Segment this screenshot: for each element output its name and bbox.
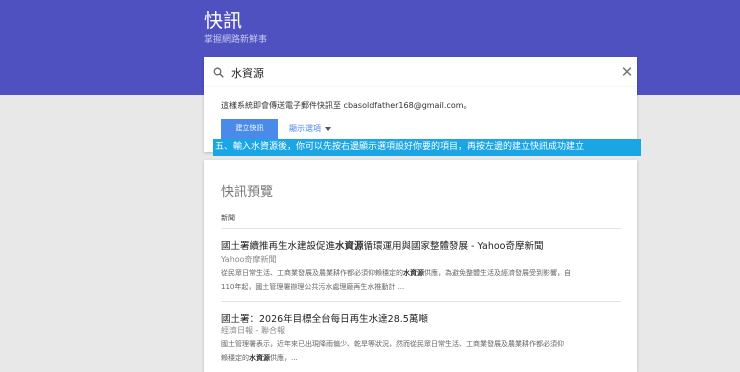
snippet-highlight: 水資源 bbox=[249, 354, 270, 362]
show-options-link[interactable]: 顯示選項 bbox=[289, 123, 331, 134]
divider bbox=[221, 228, 621, 229]
divider bbox=[221, 301, 621, 302]
news-item-title[interactable]: 國土署：2026年目標全台每日再生水達28.5萬噸 bbox=[221, 311, 428, 325]
snippet-line: 110年起，國土管理署辦理公共污水處理廠再生水推動計 ... bbox=[221, 283, 405, 291]
search-input[interactable] bbox=[231, 63, 611, 83]
news-item-title[interactable]: 國土署續推再生水建設促進水資源循環運用與國家整體發展 - Yahoo奇摩新聞 bbox=[221, 238, 543, 252]
news-item-source: 經濟日報 - 聯合報 bbox=[221, 326, 285, 335]
page-subtitle: 掌握網路新鮮事 bbox=[204, 35, 268, 45]
news-item-snippet: 國土管理署表示，近年來已出現降雨偏少、乾旱等狀況，然而從民眾日常生活、工商業發展… bbox=[221, 337, 626, 365]
chevron-down-icon bbox=[325, 126, 331, 131]
snippet-line: 賴穩定的水資源供應，... bbox=[221, 351, 626, 365]
title-text: 循環運用與國家整體發展 - Yahoo奇摩新聞 bbox=[363, 241, 544, 252]
news-item-source: Yahoo奇摩新聞 bbox=[221, 255, 277, 264]
show-options-label: 顯示選項 bbox=[289, 124, 321, 133]
page-title: 快訊 bbox=[204, 10, 243, 32]
snippet-text: 從民眾日常生活、工商業發展及農業耕作都必須仰賴穩定的 bbox=[221, 269, 403, 277]
title-text: 國土署續推再生水建設促進 bbox=[221, 241, 336, 252]
section-label: 新聞 bbox=[221, 214, 235, 222]
title-highlight: 水資源 bbox=[335, 241, 364, 252]
news-item-snippet: 從民眾日常生活、工商業發展及農業耕作都必須仰賴穩定的水資源供應，為避免整體生活及… bbox=[221, 266, 626, 294]
instruction-banner: 五、輸入水資源後，你可以先按右邊顯示選項設好你要的項目，再按左邊的建立快訊成功建… bbox=[213, 139, 641, 156]
snippet-highlight: 水資源 bbox=[403, 269, 424, 277]
create-alert-button[interactable]: 建立快訊 bbox=[221, 119, 278, 139]
snippet-text: 賴穩定的 bbox=[221, 354, 249, 362]
snippet-line: 國土管理署表示，近年來已出現降雨偏少、乾旱等狀況，然而從民眾日常生活、工商業發展… bbox=[221, 340, 564, 348]
search-icon bbox=[213, 67, 224, 78]
snippet-text: 供應，為避免整體生活及經濟發展受到影響，自 bbox=[424, 269, 571, 277]
snippet-text: 供應，... bbox=[270, 354, 298, 362]
snippet-line: 從民眾日常生活、工商業發展及農業耕作都必須仰賴穩定的水資源供應，為避免整體生活及… bbox=[221, 266, 626, 280]
close-icon[interactable]: ✕ bbox=[620, 64, 634, 80]
preview-title: 快訊預覽 bbox=[221, 185, 274, 200]
email-notice: 這樣系統即會傳送電子郵件快訊至 cbasoldfather168@gmail.c… bbox=[221, 101, 472, 110]
